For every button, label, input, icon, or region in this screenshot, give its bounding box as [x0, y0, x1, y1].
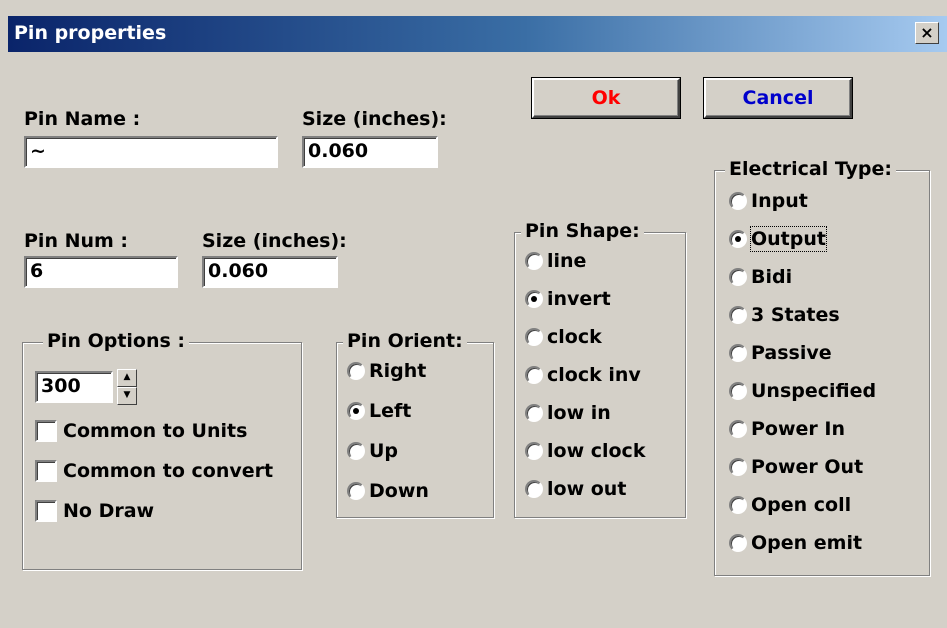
pin-shape-group: Pin Shape: line invert clock clock inv l… — [514, 219, 686, 518]
pin-name-size-label: Size (inches): — [302, 108, 447, 130]
checkbox-label: Common to convert — [63, 460, 274, 482]
radio-button[interactable] — [525, 442, 543, 460]
radio-button[interactable] — [729, 534, 747, 552]
radio-button[interactable] — [729, 268, 747, 286]
pin-orient-title: Pin Orient: — [343, 329, 467, 353]
pin-num-label: Pin Num : — [24, 230, 129, 252]
radio-label: Power Out — [751, 456, 864, 478]
radio-label: Open emit — [751, 532, 863, 554]
cancel-button-label: Cancel — [742, 87, 814, 109]
checkbox-label: No Draw — [63, 500, 155, 522]
radio-label: 3 States — [751, 304, 840, 326]
pin-name-input[interactable]: ~ — [24, 136, 278, 168]
window-title: Pin properties — [14, 22, 167, 44]
radio-button[interactable] — [729, 382, 747, 400]
radio-button[interactable] — [525, 328, 543, 346]
radio-label: Passive — [751, 342, 832, 364]
radio-label: Unspecified — [751, 380, 877, 402]
close-button[interactable]: × — [915, 22, 939, 44]
spin-down-icon[interactable]: ▼ — [117, 387, 137, 405]
radio-label: Bidi — [751, 266, 793, 288]
pin-options-title: Pin Options : — [43, 329, 190, 353]
checkbox-box[interactable] — [35, 460, 57, 482]
title-bar[interactable]: Pin properties × — [8, 16, 947, 52]
electrical-type-group: Electrical Type: Input Output Bidi 3 Sta… — [714, 157, 930, 576]
radio-button[interactable] — [525, 290, 543, 308]
radio-button[interactable] — [729, 458, 747, 476]
pin-num-size-label: Size (inches): — [202, 230, 347, 252]
radio-button[interactable] — [347, 482, 365, 500]
radio-button[interactable] — [347, 362, 365, 380]
radio-label: Left — [369, 400, 412, 422]
radio-label: Down — [369, 480, 429, 502]
dialog-body: Ok Cancel Pin Name : ~ Size (inches): 0.… — [8, 52, 947, 628]
electrical-type-title: Electrical Type: — [725, 157, 896, 181]
pin-properties-dialog: Pin properties × Ok Cancel Pin Name : ~ … — [0, 0, 947, 628]
radio-button[interactable] — [525, 404, 543, 422]
radio-label: Input — [751, 190, 808, 212]
ok-button[interactable]: Ok — [532, 78, 680, 118]
radio-label: Output — [750, 226, 827, 252]
radio-label: low clock — [547, 440, 646, 462]
radio-button[interactable] — [525, 252, 543, 270]
cancel-button[interactable]: Cancel — [704, 78, 852, 118]
radio-label: Open coll — [751, 494, 852, 516]
radio-button[interactable] — [729, 420, 747, 438]
radio-label: clock — [547, 326, 602, 348]
pin-length-input[interactable]: 300 — [35, 371, 113, 403]
pin-options-group: Pin Options : 300 ▲ ▼ Common to Units Co… — [22, 329, 302, 570]
radio-label: line — [547, 250, 587, 272]
radio-button[interactable] — [729, 192, 747, 210]
checkbox-box[interactable] — [35, 420, 57, 442]
pin-num-input[interactable]: 6 — [24, 256, 178, 288]
radio-label: low in — [547, 402, 611, 424]
pin-name-size-input[interactable]: 0.060 — [302, 136, 438, 168]
radio-label: Right — [369, 360, 427, 382]
pin-name-label: Pin Name : — [24, 108, 141, 130]
pin-shape-title: Pin Shape: — [521, 219, 644, 243]
radio-button[interactable] — [347, 442, 365, 460]
radio-label: invert — [547, 288, 611, 310]
checkbox-box[interactable] — [35, 500, 57, 522]
radio-button[interactable] — [347, 402, 365, 420]
spin-up-icon[interactable]: ▲ — [117, 369, 137, 387]
radio-button[interactable] — [729, 230, 747, 248]
radio-label: low out — [547, 478, 627, 500]
radio-button[interactable] — [525, 480, 543, 498]
radio-button[interactable] — [729, 306, 747, 324]
radio-button[interactable] — [729, 344, 747, 362]
radio-button[interactable] — [525, 366, 543, 384]
checkbox-label: Common to Units — [63, 420, 248, 442]
pin-num-size-input[interactable]: 0.060 — [202, 256, 338, 288]
pin-orient-group: Pin Orient: Right Left Up Down — [336, 329, 494, 518]
radio-label: Power In — [751, 418, 845, 440]
radio-label: Up — [369, 440, 399, 462]
radio-label: clock inv — [547, 364, 641, 386]
ok-button-label: Ok — [591, 87, 621, 109]
pin-length-spinner: ▲ ▼ — [117, 369, 137, 405]
radio-button[interactable] — [729, 496, 747, 514]
